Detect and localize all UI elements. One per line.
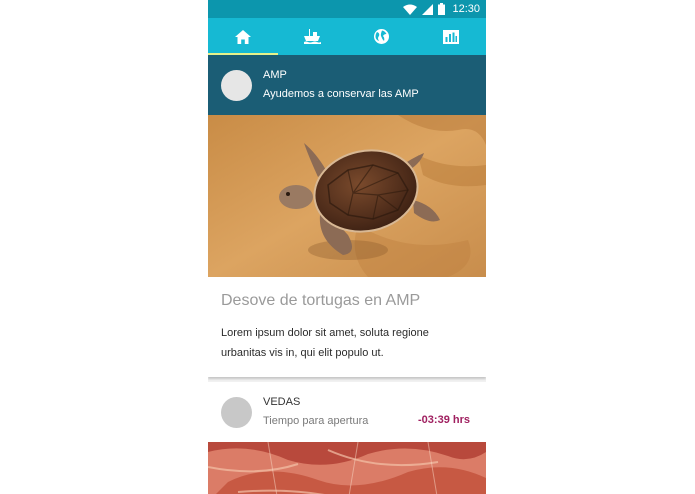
globe-icon [374,29,390,44]
vedas-card-header: VEDAS Tiempo para apertura -03:39 hrs [208,382,486,442]
tab-boat[interactable] [278,18,348,55]
vedas-card[interactable]: VEDAS Tiempo para apertura -03:39 hrs [208,382,486,494]
signal-icon [422,3,434,15]
phone-screen: 12:30 AMP Ayudemos a conservar las AMP D… [208,0,486,494]
bar-chart-icon [443,29,460,44]
countdown-timer: -03:39 hrs [418,414,470,426]
avatar [221,396,252,428]
status-time: 12:30 [452,3,480,15]
amp-card-title: AMP [263,69,287,81]
amp-card-body: Lorem ipsum dolor sit amet, soluta regio… [221,327,429,359]
tab-globe[interactable] [347,18,417,55]
amp-card-subtitle: Ayudemos a conservar las AMP [263,88,419,100]
wifi-icon [403,4,418,15]
amp-card-heading: Desove de tortugas en AMP [221,292,421,309]
amp-card-header: AMP Ayudemos a conservar las AMP [208,55,486,115]
battery-icon [438,3,446,15]
status-bar: 12:30 [208,0,486,18]
tab-bar [208,18,486,55]
tab-stats[interactable] [417,18,487,55]
shrimp-image [208,442,486,494]
vedas-card-subtitle: Tiempo para apertura [263,415,369,427]
amp-card[interactable]: AMP Ayudemos a conservar las AMP Desove … [208,55,486,377]
sea-turtle-image [208,115,486,277]
tab-home[interactable] [208,18,278,55]
vedas-card-title: VEDAS [263,396,301,408]
boat-icon [303,29,321,44]
avatar [221,69,252,101]
home-icon [234,29,251,44]
